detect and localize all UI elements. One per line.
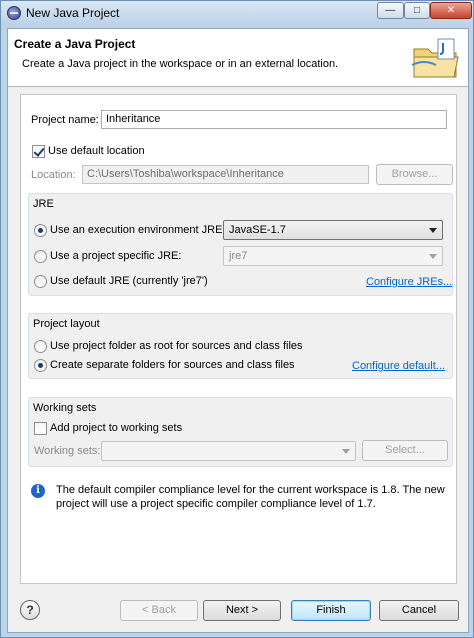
close-button[interactable]: ✕	[430, 2, 472, 19]
folder-as-root-radio[interactable]	[34, 340, 47, 353]
working-sets-label: Working sets:	[34, 445, 101, 457]
wizard-header: Create a Java Project Create a Java proj…	[8, 29, 468, 87]
configure-default-link[interactable]: Configure default...	[352, 360, 445, 372]
chevron-down-icon	[429, 228, 437, 233]
wizard-window: New Java Project — □ ✕ Create a Java Pro…	[0, 0, 474, 638]
wizard-content: Project name: Inheritance Use default lo…	[20, 94, 457, 584]
compliance-message: The default compiler compliance level fo…	[56, 484, 445, 510]
help-icon[interactable]: ?	[20, 600, 40, 620]
chevron-down-icon	[429, 254, 437, 259]
page-description: Create a Java project in the workspace o…	[22, 58, 339, 70]
location-label: Location:	[31, 169, 76, 181]
working-sets-select[interactable]	[101, 441, 356, 461]
dialog-body: Create a Java Project Create a Java proj…	[7, 28, 469, 633]
maximize-button[interactable]: □	[404, 2, 430, 19]
execution-env-value: JavaSE-1.7	[229, 224, 286, 236]
window-title: New Java Project	[26, 6, 120, 20]
project-name-label: Project name:	[31, 114, 99, 126]
project-layout-group-label: Project layout	[33, 318, 100, 330]
jre-group-label: JRE	[33, 198, 54, 210]
project-layout-group: Project layout Use project folder as roo…	[28, 313, 453, 379]
chevron-down-icon	[342, 449, 350, 454]
info-icon: i	[31, 484, 45, 498]
project-specific-jre-radio[interactable]	[34, 250, 47, 263]
jre-group: JRE Use an execution environment JRE: Ja…	[28, 193, 453, 296]
project-specific-jre-label: Use a project specific JRE:	[50, 250, 182, 262]
cancel-button[interactable]: Cancel	[379, 600, 459, 621]
use-default-location-label: Use default location	[48, 145, 145, 157]
execution-env-radio[interactable]	[34, 224, 47, 237]
next-button[interactable]: Next >	[203, 600, 281, 621]
add-to-working-sets-label: Add project to working sets	[50, 422, 183, 434]
default-jre-radio[interactable]	[34, 275, 47, 288]
minimize-button[interactable]: —	[377, 2, 404, 19]
use-default-location-checkbox[interactable]	[32, 145, 45, 158]
back-button[interactable]: < Back	[120, 600, 198, 621]
working-sets-group-label: Working sets	[33, 402, 97, 414]
add-to-working-sets-checkbox[interactable]	[34, 422, 47, 435]
execution-env-select[interactable]: JavaSE-1.7	[223, 220, 443, 240]
page-title: Create a Java Project	[14, 37, 136, 51]
separate-folders-label: Create separate folders for sources and …	[50, 359, 295, 371]
select-working-sets-button[interactable]: Select...	[362, 440, 448, 461]
folder-as-root-label: Use project folder as root for sources a…	[50, 340, 303, 352]
execution-env-label: Use an execution environment JRE:	[50, 224, 226, 236]
configure-jres-link[interactable]: Configure JREs...	[366, 276, 452, 288]
project-specific-jre-value: jre7	[229, 250, 248, 262]
project-name-input[interactable]: Inheritance	[101, 110, 447, 129]
eclipse-icon	[7, 6, 21, 20]
java-project-folder-icon	[411, 38, 459, 78]
separate-folders-radio[interactable]	[34, 359, 47, 372]
default-jre-label: Use default JRE (currently 'jre7')	[50, 275, 208, 287]
title-bar[interactable]: New Java Project — □ ✕	[1, 1, 473, 25]
finish-button[interactable]: Finish	[291, 600, 371, 621]
location-input[interactable]: C:\Users\Toshiba\workspace\Inheritance	[82, 165, 369, 184]
project-specific-jre-select[interactable]: jre7	[223, 246, 443, 266]
browse-button[interactable]: Browse...	[376, 164, 453, 185]
working-sets-group: Working sets Add project to working sets…	[28, 397, 453, 467]
